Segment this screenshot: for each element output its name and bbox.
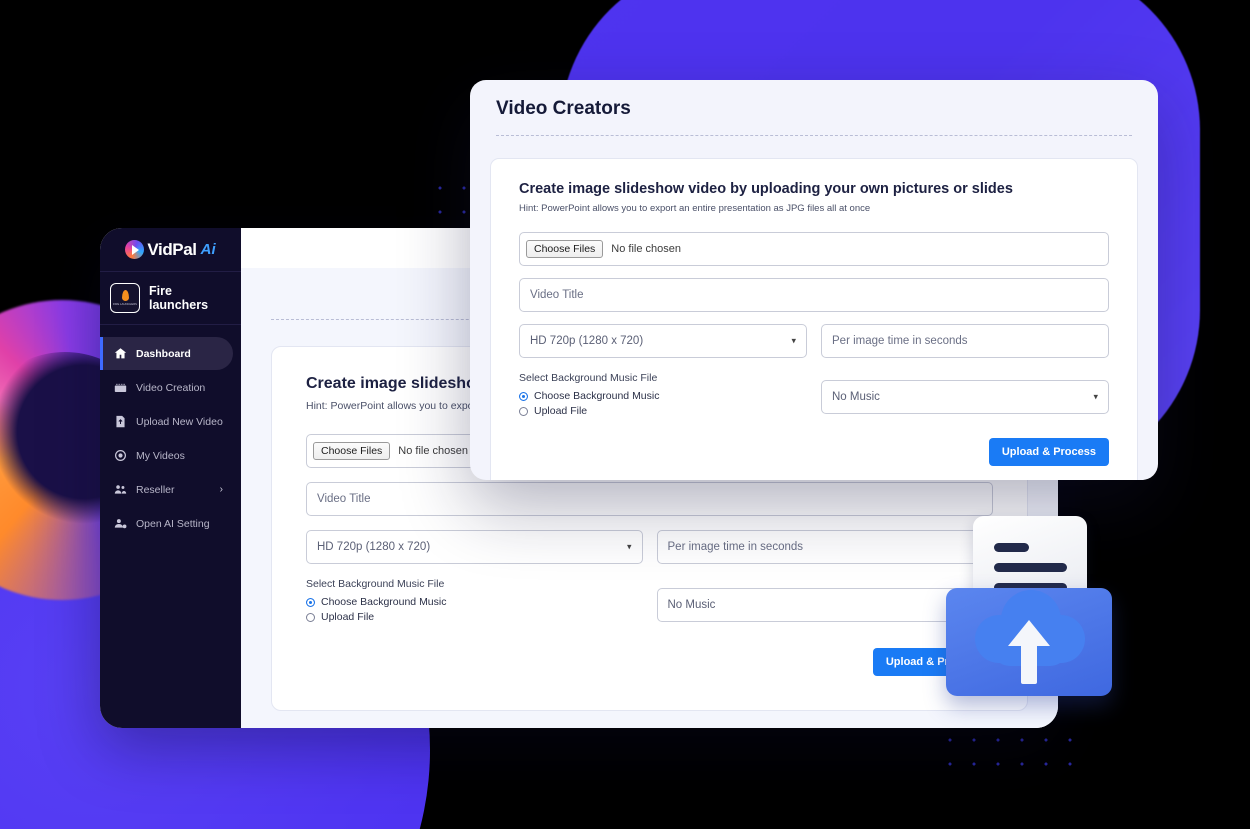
radio-icon-selected[interactable] <box>306 597 315 607</box>
chevron-down-icon: ▾ <box>1093 391 1098 402</box>
radio-icon-selected[interactable] <box>519 391 528 401</box>
popup-form-heading: Create image slideshow video by uploadin… <box>519 181 1013 197</box>
popup-music-select-value: No Music <box>832 391 880 403</box>
chevron-right-icon: › <box>219 484 223 495</box>
sidebar-item-upload-new-video[interactable]: Upload New Video <box>100 405 233 438</box>
popup-form-hint: Hint: PowerPoint allows you to export an… <box>519 203 871 214</box>
radio-icon[interactable] <box>519 406 528 416</box>
logo-ai-suffix: Ai <box>200 241 216 258</box>
resolution-value: HD 720p (1280 x 720) <box>317 541 431 553</box>
doc-line-2 <box>994 563 1067 572</box>
sidebar-item-dashboard[interactable]: Dashboard <box>100 337 233 370</box>
popup-title: Video Creators <box>496 98 631 119</box>
doc-line-1 <box>994 543 1029 552</box>
popup-music-select[interactable]: No Music ▾ <box>821 380 1109 414</box>
sidebar-item-open-ai-setting[interactable]: Open AI Setting <box>100 507 233 540</box>
user-gear-icon <box>114 517 127 530</box>
video-creators-popup: Video Creators Create image slideshow vi… <box>470 80 1158 480</box>
popup-header: Video Creators <box>470 80 1158 136</box>
file-status-text: No file chosen <box>398 445 468 457</box>
arrow-stem <box>1021 642 1037 684</box>
popup-resolution-select[interactable]: HD 720p (1280 x 720) ▾ <box>519 324 807 358</box>
sidebar-item-video-creation[interactable]: Video Creation <box>100 371 233 404</box>
popup-submit-row: Upload & Process <box>519 438 1109 466</box>
sidebar-nav: Dashboard Video Creation Upload New Vide… <box>100 325 241 728</box>
per-image-time-input[interactable]: Per image time in seconds <box>656 530 993 564</box>
popup-per-image-time-input[interactable]: Per image time in seconds <box>821 324 1109 358</box>
sidebar-item-label: Open AI Setting <box>136 517 210 530</box>
users-icon <box>114 483 127 496</box>
screenshot-stage: VidPal Ai FIRE LAUNCHERS Fire launchers … <box>0 0 1250 829</box>
brand-row: VidPal Ai <box>100 228 241 272</box>
play-logo-icon <box>125 240 145 259</box>
video-title-input[interactable]: Video Title <box>306 482 993 516</box>
music-select-value: No Music <box>667 599 716 611</box>
radio-upload-file[interactable]: Upload File <box>306 611 643 623</box>
popup-choose-files-button[interactable]: Choose Files <box>526 240 604 258</box>
popup-music-options: Select Background Music File Choose Back… <box>519 358 807 420</box>
music-label: Select Background Music File <box>306 578 445 590</box>
sidebar-item-reseller[interactable]: Reseller › <box>100 473 233 506</box>
popup-form-card: Create image slideshow video by uploadin… <box>490 158 1138 480</box>
popup-radio-upload-file[interactable]: Upload File <box>519 405 807 417</box>
vidpal-logo[interactable]: VidPal Ai <box>125 239 216 260</box>
resolution-duration-row: HD 720p (1280 x 720) ▾ Per image time in… <box>306 530 993 564</box>
popup-upload-process-button[interactable]: Upload & Process <box>988 438 1109 466</box>
badge-caption: FIRE LAUNCHERS <box>112 302 138 306</box>
popup-radio-upload-file-label: Upload File <box>534 405 588 417</box>
popup-radio-choose-music-label: Choose Background Music <box>534 390 660 402</box>
resolution-select[interactable]: HD 720p (1280 x 720) ▾ <box>306 530 643 564</box>
music-select[interactable]: No Music ▾ <box>656 588 993 622</box>
back-submit-row: Upload & Process <box>306 648 993 676</box>
chevron-down-icon: ▾ <box>626 541 632 552</box>
popup-music-label: Select Background Music File <box>519 372 658 384</box>
sidebar-item-my-videos[interactable]: My Videos <box>100 439 233 472</box>
sidebar-item-label: Video Creation <box>136 381 206 394</box>
disc-icon <box>114 449 127 462</box>
popup-video-title-input[interactable]: Video Title <box>519 278 1109 312</box>
radio-upload-file-label: Upload File <box>321 611 375 623</box>
popup-music-row: Select Background Music File Choose Back… <box>519 358 1109 420</box>
sidebar: VidPal Ai FIRE LAUNCHERS Fire launchers … <box>100 228 241 728</box>
choose-files-button[interactable]: Choose Files <box>313 442 391 460</box>
chevron-down-icon: ▾ <box>791 335 796 346</box>
radio-icon[interactable] <box>306 612 315 622</box>
popup-file-status-text: No file chosen <box>611 243 681 255</box>
logo-text: VidPal <box>147 239 197 259</box>
music-select-wrap: No Music ▾ <box>656 564 993 626</box>
popup-title-divider <box>496 135 1132 136</box>
clapperboard-icon <box>114 381 127 394</box>
sidebar-item-label: My Videos <box>136 449 185 462</box>
account-name: Fire launchers <box>149 284 209 312</box>
account-row[interactable]: FIRE LAUNCHERS Fire launchers <box>100 272 241 325</box>
cloud-upload-illustration <box>946 516 1112 706</box>
sidebar-item-label: Dashboard <box>136 347 191 360</box>
radio-choose-music-label: Choose Background Music <box>321 596 447 608</box>
music-row: Select Background Music File Choose Back… <box>306 564 993 626</box>
flame-icon <box>121 290 129 302</box>
account-badge: FIRE LAUNCHERS <box>110 283 140 313</box>
popup-music-select-wrap: No Music ▾ <box>821 358 1109 420</box>
sidebar-item-label: Reseller <box>136 483 175 496</box>
dot-grid-bottom-right <box>938 728 1090 782</box>
file-upload-icon <box>114 415 127 428</box>
music-options: Select Background Music File Choose Back… <box>306 564 643 626</box>
popup-resolution-duration-row: HD 720p (1280 x 720) ▾ Per image time in… <box>519 324 1109 358</box>
radio-choose-music[interactable]: Choose Background Music <box>306 596 643 608</box>
home-icon <box>114 347 127 360</box>
upload-arrow-icon <box>1008 620 1050 684</box>
popup-file-picker[interactable]: Choose Files No file chosen <box>519 232 1109 266</box>
sidebar-item-label: Upload New Video <box>136 415 223 428</box>
popup-resolution-value: HD 720p (1280 x 720) <box>530 335 644 347</box>
popup-radio-choose-music[interactable]: Choose Background Music <box>519 390 807 402</box>
